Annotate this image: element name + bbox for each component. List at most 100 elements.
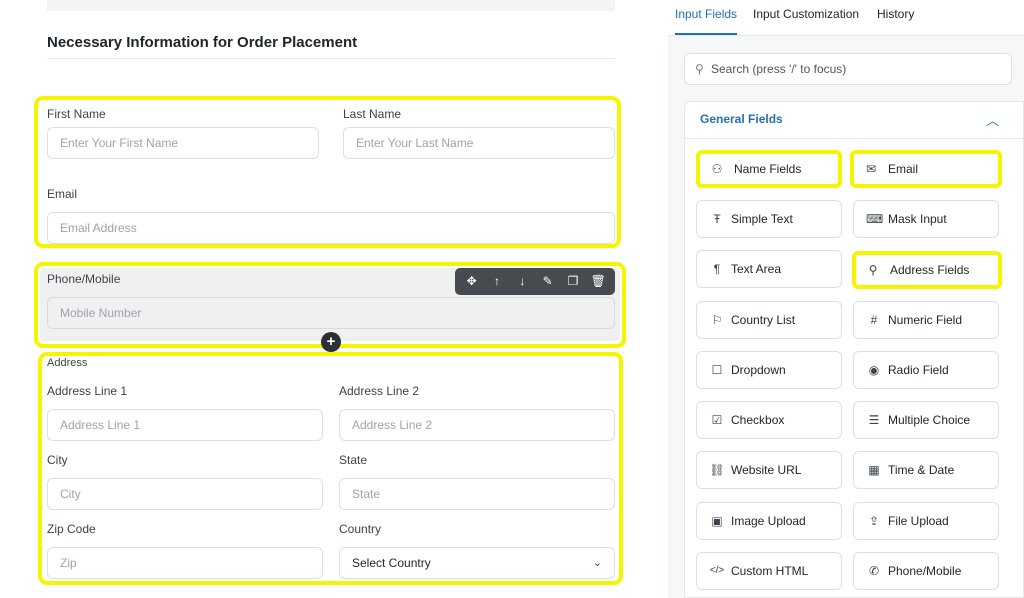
country-select[interactable]: Select Country ⌄: [339, 547, 615, 579]
add-field-button[interactable]: +: [321, 332, 341, 352]
field-search-input[interactable]: ⚲ Search (press '/' to focus): [684, 53, 1012, 85]
edit-icon[interactable]: ✎: [537, 268, 559, 295]
field-label: Checkbox: [731, 413, 785, 427]
chevron-up-icon[interactable]: ︿: [986, 110, 999, 129]
field-name-fields[interactable]: ⚇ Name Fields: [696, 150, 842, 188]
phone-label: Phone/Mobile: [47, 272, 121, 286]
field-label: Custom HTML: [731, 564, 809, 578]
section-divider: [47, 58, 615, 59]
city-input[interactable]: City: [47, 478, 323, 510]
move-icon[interactable]: ✥: [461, 268, 483, 295]
field-label: Website URL: [731, 463, 802, 477]
field-label: Text Area: [731, 262, 782, 276]
field-label: Multiple Choice: [888, 413, 971, 427]
state-input[interactable]: State: [339, 478, 615, 510]
field-label: Mask Input: [888, 212, 947, 226]
field-label: Phone/Mobile: [888, 564, 962, 578]
field-radio-field[interactable]: ◉ Radio Field: [853, 351, 999, 389]
arrow-down-icon[interactable]: ↓: [511, 268, 533, 295]
field-label: Radio Field: [888, 363, 949, 377]
field-numeric-field[interactable]: # Numeric Field: [853, 301, 999, 339]
field-label: Simple Text: [731, 212, 793, 226]
field-website-url[interactable]: ⛓ Website URL: [696, 451, 842, 489]
address-line2-input[interactable]: Address Line 2: [339, 409, 615, 441]
country-select-value: Select Country: [352, 556, 431, 570]
address-line1-input[interactable]: Address Line 1: [47, 409, 323, 441]
field-text-area[interactable]: ¶ Text Area: [696, 250, 842, 288]
fields-panel: Input Fields Input Customization History…: [668, 0, 1024, 598]
chevron-down-icon: ⌄: [592, 557, 602, 569]
first-name-label: First Name: [47, 107, 106, 121]
phone-icon: ✆: [868, 564, 880, 578]
field-dropdown[interactable]: ☐ Dropdown: [696, 351, 842, 389]
field-mask-input[interactable]: ⌨ Mask Input: [853, 200, 999, 238]
active-tab-indicator: [675, 33, 737, 35]
field-address-fields[interactable]: ⚲ Address Fields: [852, 251, 1002, 289]
field-image-upload[interactable]: ▣ Image Upload: [696, 502, 842, 540]
address-line1-label: Address Line 1: [47, 384, 128, 398]
user-icon: ⚇: [711, 162, 723, 176]
paragraph-icon: ¶: [713, 262, 721, 276]
address-group-label: Address: [47, 357, 88, 369]
field-label: Numeric Field: [888, 313, 963, 327]
upload-icon: ⇪: [868, 514, 880, 528]
email-label: Email: [47, 187, 78, 201]
general-fields-divider: [685, 138, 1024, 139]
zip-input[interactable]: Zip: [47, 547, 323, 579]
search-placeholder: Search (press '/' to focus): [711, 62, 847, 76]
arrow-up-icon[interactable]: ↑: [486, 268, 508, 295]
form-canvas: Necessary Information for Order Placemen…: [0, 0, 640, 598]
flag-icon: ⚐: [711, 313, 723, 327]
phone-input[interactable]: Mobile Number: [47, 297, 615, 329]
trash-icon[interactable]: 🗑: [587, 268, 609, 295]
field-label: File Upload: [888, 514, 949, 528]
section-title: Necessary Information for Order Placemen…: [47, 34, 358, 51]
field-label: Time & Date: [888, 463, 955, 477]
radio-icon: ◉: [868, 363, 880, 377]
field-time-date[interactable]: ▦ Time & Date: [853, 451, 999, 489]
field-multiple-choice[interactable]: ☰ Multiple Choice: [853, 401, 999, 439]
envelope-icon: ✉: [865, 162, 877, 176]
address-line2-label: Address Line 2: [339, 384, 420, 398]
zip-label: Zip Code: [47, 522, 96, 536]
previous-section-strip: [47, 0, 615, 11]
field-country-list[interactable]: ⚐ Country List: [696, 301, 842, 339]
map-pin-icon: ⚲: [868, 263, 878, 277]
first-name-input[interactable]: Enter Your First Name: [47, 127, 319, 159]
field-label: Dropdown: [731, 363, 786, 377]
tab-input-fields[interactable]: Input Fields: [675, 7, 737, 21]
field-label: Image Upload: [731, 514, 806, 528]
general-fields-title[interactable]: General Fields: [700, 112, 783, 126]
field-label: Address Fields: [890, 263, 970, 277]
field-label: Country List: [731, 313, 796, 327]
last-name-input[interactable]: Enter Your Last Name: [343, 127, 615, 159]
field-custom-html[interactable]: </> Custom HTML: [696, 552, 842, 590]
link-icon: ⛓: [709, 463, 725, 477]
duplicate-icon[interactable]: ❐: [562, 268, 584, 295]
email-input[interactable]: Email Address: [47, 212, 615, 244]
tab-input-customization[interactable]: Input Customization: [753, 7, 859, 21]
last-name-label: Last Name: [343, 107, 402, 121]
calendar-icon: ▦: [868, 463, 880, 477]
panel-tabs: Input Fields Input Customization History: [668, 0, 1024, 36]
image-icon: ▣: [711, 514, 723, 528]
field-label: Email: [888, 162, 919, 176]
checkbox-icon: ☑: [711, 413, 723, 427]
state-label: State: [339, 453, 368, 467]
field-label: Name Fields: [734, 162, 802, 176]
city-label: City: [47, 453, 68, 467]
search-icon: ⚲: [695, 62, 704, 76]
field-phone-mobile[interactable]: ✆ Phone/Mobile: [853, 552, 999, 590]
field-checkbox[interactable]: ☑ Checkbox: [696, 401, 842, 439]
tab-history[interactable]: History: [877, 7, 914, 21]
field-file-upload[interactable]: ⇪ File Upload: [853, 502, 999, 540]
keyboard-icon: ⌨: [866, 212, 884, 226]
code-icon: </>: [709, 565, 725, 576]
list-icon: ☰: [868, 413, 880, 427]
country-label: Country: [339, 522, 382, 536]
field-simple-text[interactable]: Ŧ Simple Text: [696, 200, 842, 238]
text-cursor-icon: Ŧ: [713, 212, 721, 226]
field-email[interactable]: ✉ Email: [850, 150, 1002, 188]
dropdown-icon: ☐: [711, 363, 723, 377]
field-toolbar: ✥ ↑ ↓ ✎ ❐ 🗑: [455, 268, 615, 295]
